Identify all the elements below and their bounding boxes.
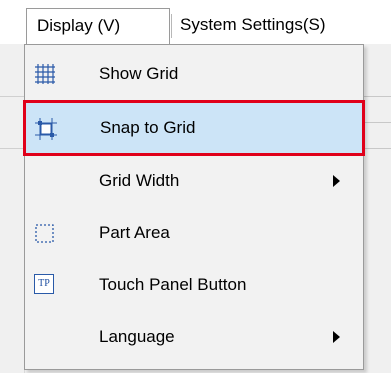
menu-item-label: Show Grid [99, 64, 179, 83]
background-divider [0, 96, 24, 97]
menu-item-touch-panel-button[interactable]: TP Touch Panel Button [25, 259, 363, 311]
menu-item-show-grid[interactable]: Show Grid [25, 48, 363, 100]
menu-display[interactable]: Display (V) [26, 8, 170, 44]
snap-to-grid-icon [35, 118, 57, 140]
menu-item-label: Part Area [99, 223, 170, 242]
menu-item-label: Snap to Grid [100, 118, 196, 137]
menu-separator [171, 14, 172, 38]
background-divider [364, 96, 391, 97]
background-panel-left [0, 44, 25, 373]
display-dropdown-menu: Show Grid Snap to Grid Grid Width Part A… [23, 44, 365, 370]
submenu-arrow-icon [333, 331, 340, 343]
submenu-arrow-icon [333, 175, 340, 187]
background-divider [364, 122, 391, 123]
grid-icon [35, 64, 55, 84]
menu-item-grid-width[interactable]: Grid Width [25, 155, 363, 207]
menu-item-part-area[interactable]: Part Area [25, 207, 363, 259]
menu-item-label: Touch Panel Button [99, 275, 247, 294]
menu-item-snap-to-grid[interactable]: Snap to Grid [23, 100, 365, 156]
dashed-rectangle-icon [35, 224, 54, 243]
menu-item-label: Language [99, 327, 175, 346]
menu-item-label: Grid Width [99, 171, 180, 190]
background-panel-right [364, 44, 391, 373]
menu-system-settings[interactable]: System Settings(S) [176, 8, 326, 44]
background-divider [0, 148, 24, 149]
menu-item-language[interactable]: Language [25, 311, 363, 363]
background-divider [364, 148, 391, 149]
touch-panel-icon: TP [34, 274, 54, 294]
screen: Display (V) System Settings(S) Show Grid… [0, 0, 391, 373]
menu-bar: Display (V) System Settings(S) [0, 0, 391, 44]
